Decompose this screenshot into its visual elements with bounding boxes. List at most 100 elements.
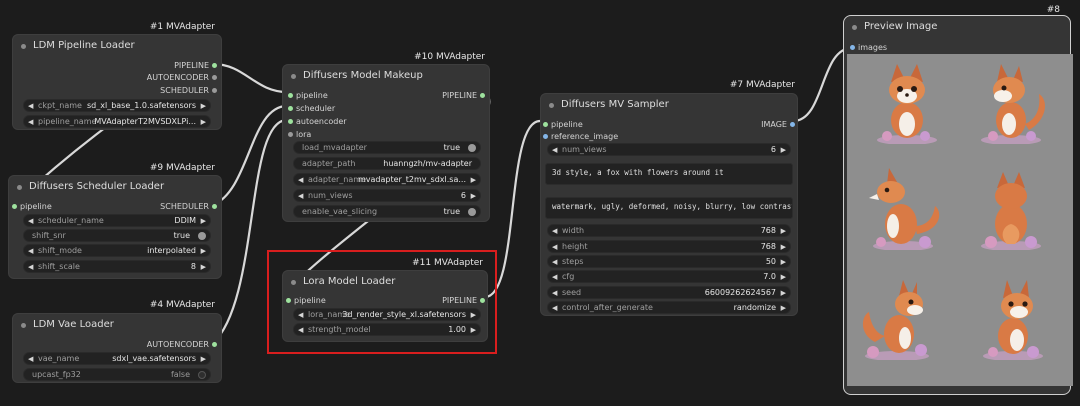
scheduler-name-combo[interactable]: ◀ scheduler_name DDIM ▶: [23, 214, 211, 227]
collapse-dot[interactable]: [549, 103, 554, 108]
enable-vae-slicing-toggle[interactable]: enable_vae_slicing true: [293, 205, 481, 218]
cfg-stepper[interactable]: ◀ cfg 7.0 ▶: [547, 270, 791, 283]
arrow-right-icon[interactable]: ▶: [201, 354, 206, 364]
output-port[interactable]: [480, 93, 485, 98]
arrow-left-icon[interactable]: ◀: [28, 101, 33, 111]
arrow-left-icon[interactable]: ◀: [552, 288, 557, 298]
collapse-dot[interactable]: [21, 323, 26, 328]
output-port[interactable]: [212, 63, 217, 68]
arrow-right-icon[interactable]: ▶: [471, 325, 476, 335]
output-autoencoder[interactable]: AUTOENCODER: [147, 340, 217, 349]
adapter-name-combo[interactable]: ◀ adapter_name mvadapter_t2mv_sdxl.sa...…: [293, 173, 481, 186]
arrow-left-icon[interactable]: ◀: [552, 226, 557, 236]
output-scheduler[interactable]: SCHEDULER: [160, 86, 217, 95]
num-views-stepper[interactable]: ◀ num_views 6 ▶: [547, 143, 791, 156]
shift-snr-toggle[interactable]: shift_snr true: [23, 229, 211, 242]
strength-model-stepper[interactable]: ◀ strength_model 1.00 ▶: [293, 323, 481, 336]
pipeline-name-combo[interactable]: ◀ pipeline_name MVAdapterT2MVSDXLPi... ▶: [23, 115, 211, 128]
ldm-pipeline-loader-node[interactable]: LDM Pipeline Loader PIPELINE AUTOENCODER…: [12, 34, 222, 130]
arrow-right-icon[interactable]: ▶: [471, 191, 476, 201]
ldm-vae-loader-node[interactable]: LDM Vae Loader AUTOENCODER ◀ vae_name sd…: [12, 313, 222, 383]
output-scheduler[interactable]: SCHEDULER: [160, 202, 217, 211]
input-lora[interactable]: lora: [288, 130, 311, 139]
arrow-right-icon[interactable]: ▶: [201, 246, 206, 256]
input-pipeline[interactable]: pipeline: [12, 202, 52, 211]
arrow-left-icon[interactable]: ◀: [298, 175, 303, 185]
input-reference-image[interactable]: reference_image: [543, 132, 618, 141]
input-port[interactable]: [543, 122, 548, 127]
toggle-knob-icon[interactable]: [198, 232, 206, 240]
adapter-path-field[interactable]: adapter_path huanngzh/mv-adapter: [293, 157, 481, 170]
preview-image-node[interactable]: Preview Image images: [843, 15, 1073, 395]
toggle-knob-icon[interactable]: [198, 371, 206, 379]
output-image[interactable]: IMAGE: [761, 120, 795, 129]
toggle-knob-icon[interactable]: [468, 144, 476, 152]
collapse-dot[interactable]: [21, 44, 26, 49]
prompt-textarea[interactable]: 3d style, a fox with flowers around it: [545, 163, 793, 185]
input-pipeline[interactable]: pipeline: [288, 91, 328, 100]
toggle-knob-icon[interactable]: [468, 208, 476, 216]
input-pipeline[interactable]: pipeline: [543, 120, 583, 129]
arrow-left-icon[interactable]: ◀: [552, 145, 557, 155]
arrow-left-icon[interactable]: ◀: [552, 303, 557, 313]
arrow-right-icon[interactable]: ▶: [201, 117, 206, 127]
arrow-left-icon[interactable]: ◀: [28, 216, 33, 226]
output-port[interactable]: [212, 204, 217, 209]
arrow-left-icon[interactable]: ◀: [552, 272, 557, 282]
arrow-left-icon[interactable]: ◀: [28, 246, 33, 256]
input-port[interactable]: [288, 93, 293, 98]
diffusers-model-makeup-node[interactable]: Diffusers Model Makeup PIPELINE pipeline…: [282, 64, 490, 222]
arrow-right-icon[interactable]: ▶: [471, 175, 476, 185]
negative-prompt-textarea[interactable]: watermark, ugly, deformed, noisy, blurry…: [545, 197, 793, 219]
output-port[interactable]: [212, 88, 217, 93]
arrow-right-icon[interactable]: ▶: [781, 145, 786, 155]
input-port[interactable]: [12, 204, 17, 209]
input-port[interactable]: [288, 106, 293, 111]
shift-mode-combo[interactable]: ◀ shift_mode interpolated ▶: [23, 244, 211, 257]
width-stepper[interactable]: ◀ width 768 ▶: [547, 224, 791, 237]
arrow-right-icon[interactable]: ▶: [201, 216, 206, 226]
input-port[interactable]: [543, 134, 548, 139]
input-port[interactable]: [850, 45, 855, 50]
control-after-generate-combo[interactable]: ◀ control_after_generate randomize ▶: [547, 301, 791, 314]
collapse-dot[interactable]: [291, 74, 296, 79]
output-autoencoder[interactable]: AUTOENCODER: [147, 73, 217, 82]
num-views-stepper[interactable]: ◀ num_views 6 ▶: [293, 189, 481, 202]
lora-name-combo[interactable]: ◀ lora_name 3d_render_style_xl.safetenso…: [293, 308, 481, 321]
output-pipeline[interactable]: PIPELINE: [442, 91, 485, 100]
output-port[interactable]: [212, 75, 217, 80]
arrow-right-icon[interactable]: ▶: [781, 257, 786, 267]
height-stepper[interactable]: ◀ height 768 ▶: [547, 240, 791, 253]
lora-model-loader-node[interactable]: Lora Model Loader pipeline PIPELINE ◀ lo…: [282, 270, 488, 342]
diffusers-mv-sampler-node[interactable]: Diffusers MV Sampler pipeline reference_…: [540, 93, 798, 316]
output-port[interactable]: [480, 298, 485, 303]
output-pipeline[interactable]: PIPELINE: [174, 61, 217, 70]
upcast-fp32-toggle[interactable]: upcast_fp32 false: [23, 368, 211, 381]
output-port[interactable]: [790, 122, 795, 127]
arrow-right-icon[interactable]: ▶: [781, 242, 786, 252]
input-autoencoder[interactable]: autoencoder: [288, 117, 347, 126]
input-scheduler[interactable]: scheduler: [288, 104, 335, 113]
input-images[interactable]: images: [850, 43, 887, 52]
arrow-left-icon[interactable]: ◀: [298, 191, 303, 201]
arrow-left-icon[interactable]: ◀: [552, 242, 557, 252]
input-port[interactable]: [288, 132, 293, 137]
arrow-left-icon[interactable]: ◀: [28, 354, 33, 364]
preview-image-grid[interactable]: [847, 54, 1073, 386]
arrow-left-icon[interactable]: ◀: [28, 262, 33, 272]
collapse-dot[interactable]: [17, 185, 22, 190]
arrow-left-icon[interactable]: ◀: [552, 257, 557, 267]
arrow-right-icon[interactable]: ▶: [781, 303, 786, 313]
ckpt-name-combo[interactable]: ◀ ckpt_name sd_xl_base_1.0.safetensors ▶: [23, 99, 211, 112]
input-port[interactable]: [286, 298, 291, 303]
arrow-left-icon[interactable]: ◀: [28, 117, 33, 127]
input-port[interactable]: [288, 119, 293, 124]
load-mvadapter-toggle[interactable]: load_mvadapter true: [293, 141, 481, 154]
output-port[interactable]: [212, 342, 217, 347]
arrow-right-icon[interactable]: ▶: [201, 101, 206, 111]
arrow-right-icon[interactable]: ▶: [781, 272, 786, 282]
arrow-right-icon[interactable]: ▶: [781, 288, 786, 298]
diffusers-scheduler-loader-node[interactable]: Diffusers Scheduler Loader pipeline SCHE…: [8, 175, 222, 279]
arrow-right-icon[interactable]: ▶: [781, 226, 786, 236]
steps-stepper[interactable]: ◀ steps 50 ▶: [547, 255, 791, 268]
